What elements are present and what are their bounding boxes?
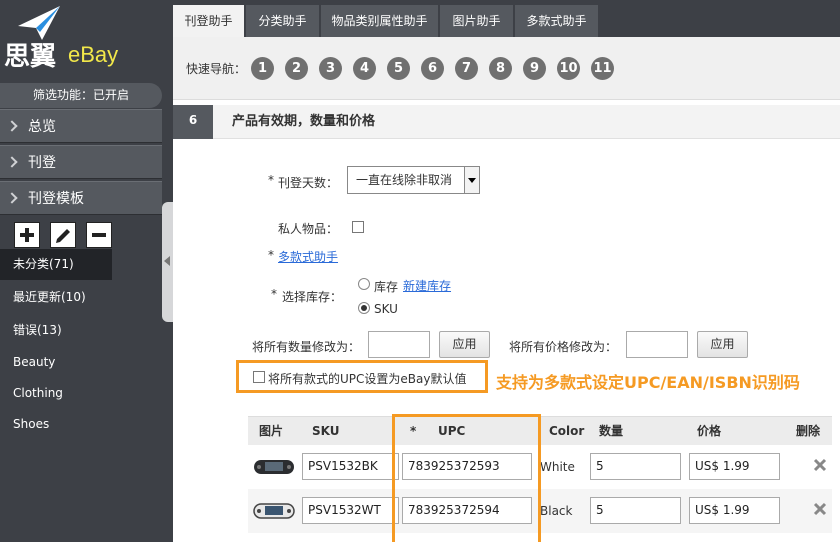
sidebar-item-listing-templates[interactable]: 刊登模板 (0, 181, 162, 215)
quick-nav-step[interactable]: 9 (523, 57, 546, 80)
tab-image-assistant[interactable]: 图片助手 (440, 5, 514, 37)
promo-callout: 支持为多款式设定UPC/EAN/ISBN识别码 (496, 373, 800, 392)
section-title: 产品有效期，数量和价格 (232, 114, 376, 129)
apply-price-button[interactable]: 应用 (697, 331, 748, 358)
private-item-label: 私人物品： (278, 222, 339, 236)
variation-assistant-link[interactable]: 多款式助手 (278, 248, 338, 265)
header-color: Color (549, 424, 585, 438)
quick-nav-step[interactable]: 6 (421, 57, 444, 80)
color-value: Black (540, 504, 573, 518)
quick-nav-step[interactable]: 2 (285, 57, 308, 80)
quantity-input[interactable]: 5 (590, 453, 681, 480)
stock-option-sku-radio[interactable] (358, 302, 370, 314)
category-recent[interactable]: 最近更新(10) (0, 282, 162, 313)
quick-nav: 快速导航： 1 2 3 4 5 6 7 8 9 10 11 (173, 37, 840, 100)
stock-option-inventory-label: 库存 (374, 280, 399, 294)
product-thumbnail (253, 503, 295, 519)
quick-nav-step[interactable]: 1 (251, 57, 274, 80)
tab-variation-assistant[interactable]: 多款式助手 (515, 5, 599, 37)
private-item-checkbox[interactable] (352, 221, 364, 233)
upc-column-highlight (392, 414, 541, 542)
sidebar: 思翼 eBay 筛选功能：已开启 总览 刊登 刊登模板 未分类(71) 最近更新… (0, 0, 173, 542)
stock-option-sku-label: SKU (374, 302, 398, 316)
tab-category-assistant[interactable]: 分类助手 (246, 5, 320, 37)
upc-default-checkbox[interactable] (253, 371, 265, 383)
sku-input[interactable]: PSV1532BK (302, 453, 399, 480)
sidebar-item-label: 总览 (28, 119, 56, 135)
chevron-right-icon (6, 120, 18, 132)
category-errors[interactable]: 错误(13) (0, 315, 162, 346)
section-header: 6 产品有效期，数量和价格 (173, 105, 840, 139)
bulk-price-input[interactable] (626, 331, 688, 358)
quick-nav-step[interactable]: 3 (319, 57, 342, 80)
quick-nav-step[interactable]: 10 (557, 57, 580, 80)
collapse-arrow-icon (164, 256, 170, 266)
quick-nav-step[interactable]: 8 (489, 57, 512, 80)
dropdown-arrow-icon (464, 167, 479, 193)
section-number: 6 (173, 105, 213, 139)
listing-duration-select[interactable]: 一直在线除非取消 (347, 166, 480, 194)
tab-item-specifics-assistant[interactable]: 物品类别属性助手 (321, 5, 439, 37)
edit-category-button[interactable] (50, 222, 76, 248)
apply-quantity-button[interactable]: 应用 (439, 331, 490, 358)
delete-icon[interactable] (813, 458, 827, 472)
tab-listing-assistant[interactable]: 刊登助手 (173, 5, 245, 37)
quick-nav-step[interactable]: 11 (591, 57, 614, 80)
quick-nav-step[interactable]: 5 (387, 57, 410, 80)
stock-option-inventory-radio[interactable] (358, 278, 370, 290)
required-mark: * (268, 173, 274, 187)
duration-label: 刊登天数： (278, 176, 339, 190)
chevron-right-icon (6, 156, 18, 168)
filter-status[interactable]: 筛选功能：已开启 (0, 83, 162, 108)
sidebar-item-overview[interactable]: 总览 (0, 109, 162, 143)
quick-nav-step[interactable]: 7 (455, 57, 478, 80)
quick-nav-label: 快速导航： (186, 62, 247, 76)
tab-bar: 刊登助手 分类助手 物品类别属性助手 图片助手 多款式助手 (173, 0, 840, 37)
plus-icon (20, 228, 34, 242)
category-clothing[interactable]: Clothing (0, 378, 162, 409)
category-uncategorized[interactable]: 未分类(71) (0, 249, 112, 280)
minus-icon (92, 233, 106, 237)
logo-chinese-text: 思翼 (4, 42, 57, 72)
required-mark: * (271, 287, 277, 301)
pencil-icon (56, 229, 70, 243)
delete-icon[interactable] (813, 502, 827, 516)
app-logo: 思翼 eBay (0, 0, 162, 82)
sidebar-item-label: 刊登模板 (28, 191, 84, 207)
sku-input[interactable]: PSV1532WT (302, 497, 399, 524)
header-sku: SKU (312, 424, 340, 438)
header-price: 价格 (697, 424, 722, 438)
category-shoes[interactable]: Shoes (0, 409, 162, 440)
bulk-price-label: 将所有价格修改为： (509, 340, 618, 354)
remove-category-button[interactable] (86, 222, 112, 248)
category-beauty[interactable]: Beauty (0, 347, 162, 378)
header-image: 图片 (259, 424, 284, 438)
sidebar-item-label: 刊登 (28, 155, 56, 171)
add-category-button[interactable] (14, 222, 40, 248)
quick-nav-step[interactable]: 4 (353, 57, 376, 80)
product-thumbnail (254, 460, 294, 474)
header-delete: 删除 (796, 424, 821, 438)
sidebar-collapse-handle[interactable] (162, 202, 173, 322)
bulk-quantity-label: 将所有数量修改为： (252, 340, 361, 354)
required-mark: * (268, 248, 274, 262)
new-inventory-link[interactable]: 新建库存 (403, 277, 451, 294)
upc-default-label: 将所有款式的UPC设置为eBay默认值 (268, 372, 467, 386)
price-input[interactable]: US$ 1.99 (689, 453, 780, 480)
listing-duration-value: 一直在线除非取消 (356, 173, 453, 187)
price-input[interactable]: US$ 1.99 (689, 497, 780, 524)
quantity-input[interactable]: 5 (590, 497, 681, 524)
bulk-quantity-input[interactable] (368, 331, 430, 358)
logo-ebay-text: eBay (68, 42, 119, 67)
chevron-right-icon (6, 192, 18, 204)
stock-select-label: 选择库存： (282, 290, 343, 304)
header-quantity: 数量 (599, 424, 624, 438)
sidebar-item-listing[interactable]: 刊登 (0, 145, 162, 179)
color-value: White (540, 460, 575, 474)
